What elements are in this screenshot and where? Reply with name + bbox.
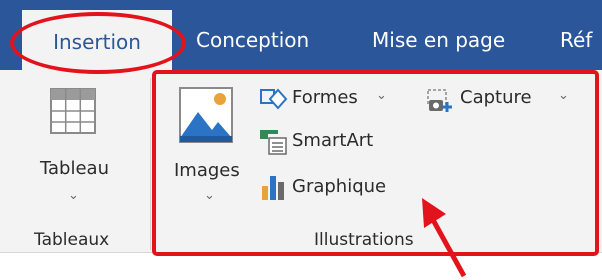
tab-mise-en-page[interactable]: Mise en page <box>372 18 505 62</box>
chevron-down-icon: ⌄ <box>68 188 79 203</box>
tableau-button[interactable]: Tableau ⌄ <box>8 80 140 225</box>
group-divider <box>150 78 151 250</box>
tab-conception[interactable]: Conception <box>196 18 309 62</box>
table-icon <box>50 88 96 134</box>
arrow-icon <box>422 198 467 278</box>
annotation-rectangle <box>152 70 599 256</box>
group-label-tableaux: Tableaux <box>34 230 110 250</box>
tab-references[interactable]: Réf <box>560 18 592 62</box>
tableau-label: Tableau <box>40 158 109 179</box>
annotation-ellipse <box>10 12 186 74</box>
